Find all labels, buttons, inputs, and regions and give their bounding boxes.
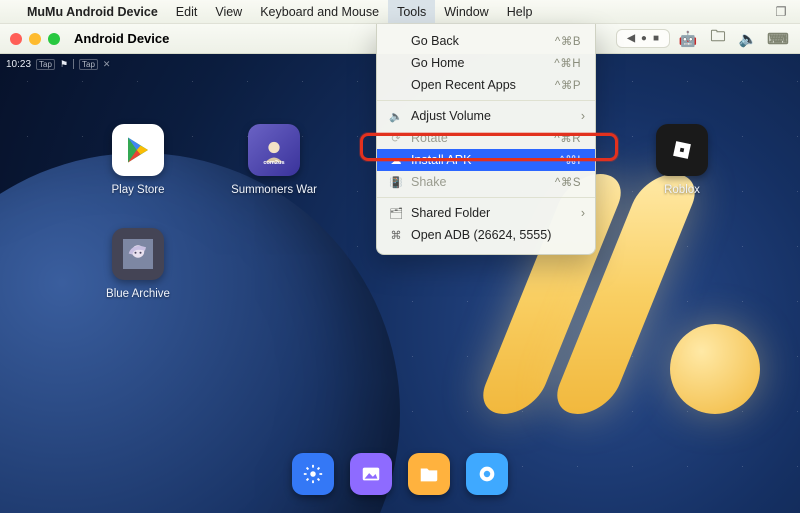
- close-window-button[interactable]: [10, 33, 22, 45]
- rotate-icon: ⟳: [389, 132, 403, 145]
- keyboard-icon[interactable]: ⌨: [766, 30, 790, 48]
- stage-manager-icon[interactable]: ❐: [770, 4, 792, 19]
- dock-gallery[interactable]: [350, 453, 392, 495]
- summoners-war-icon: com2us: [248, 124, 300, 176]
- svg-text:com2us: com2us: [263, 160, 284, 165]
- roblox-icon: [656, 124, 708, 176]
- menubar-item-window[interactable]: Window: [435, 0, 497, 23]
- shake-icon: 📳: [389, 176, 403, 189]
- playback-controls[interactable]: ◀ ● ■: [616, 29, 670, 48]
- android-dock: [292, 453, 508, 495]
- status-chip-2: Tap: [79, 59, 98, 70]
- menu-item-open-recent-apps[interactable]: Open Recent Apps ^⌘P: [377, 74, 595, 96]
- app-label: Summoners War: [231, 184, 317, 196]
- menubar-item-edit[interactable]: Edit: [167, 0, 207, 23]
- folder-icon[interactable]: 🗀: [706, 26, 730, 51]
- menu-item-open-adb[interactable]: ⌘ Open ADB (26624, 5555): [377, 224, 595, 246]
- menu-separator: [377, 197, 595, 198]
- dock-settings[interactable]: [292, 453, 334, 495]
- menubar-app-name[interactable]: MuMu Android Device: [18, 0, 167, 23]
- dock-files[interactable]: [408, 453, 450, 495]
- rewind-icon[interactable]: ◀: [627, 33, 635, 44]
- menubar-item-help[interactable]: Help: [498, 0, 542, 23]
- volume-icon: 🔈: [389, 110, 403, 123]
- volume-icon[interactable]: 🔈: [736, 30, 760, 48]
- mac-menubar: MuMu Android Device Edit View Keyboard a…: [0, 0, 800, 24]
- android-icon[interactable]: 🤖: [676, 30, 700, 48]
- app-blue-archive[interactable]: Blue Archive: [70, 228, 206, 300]
- folder-icon: 🗂: [389, 207, 403, 220]
- maximize-window-button[interactable]: [48, 33, 60, 45]
- menu-item-shake[interactable]: 📳 Shake ^⌘S: [377, 171, 595, 193]
- app-roblox[interactable]: Roblox: [614, 124, 750, 196]
- install-icon: ☁: [389, 154, 403, 167]
- status-chip-1: Tap: [36, 59, 55, 70]
- terminal-icon: ⌘: [389, 229, 403, 242]
- window-title: Android Device: [74, 31, 169, 46]
- app-label: Play Store: [111, 184, 164, 196]
- flag-icon: ⚑: [60, 59, 68, 70]
- play-store-icon: [112, 124, 164, 176]
- record-icon[interactable]: ●: [641, 33, 647, 44]
- dock-browser[interactable]: [466, 453, 508, 495]
- menu-item-adjust-volume[interactable]: 🔈 Adjust Volume: [377, 105, 595, 127]
- traffic-lights: [10, 33, 60, 45]
- stop-icon[interactable]: ■: [653, 33, 659, 44]
- menu-separator: [377, 100, 595, 101]
- blue-archive-icon: [112, 228, 164, 280]
- minimize-window-button[interactable]: [29, 33, 41, 45]
- app-summoners-war[interactable]: com2us Summoners War: [206, 124, 342, 196]
- menu-item-go-home[interactable]: Go Home ^⌘H: [377, 52, 595, 74]
- wifi-off-icon: ✕: [103, 59, 111, 70]
- menubar-right-cluster: ❐: [770, 4, 792, 19]
- status-time: 10:23: [6, 59, 31, 70]
- app-play-store[interactable]: Play Store: [70, 124, 206, 196]
- app-label: Blue Archive: [106, 288, 170, 300]
- menu-item-install-apk[interactable]: ☁ Install APK ^⌘I: [377, 149, 595, 171]
- menu-item-shared-folder[interactable]: 🗂 Shared Folder: [377, 202, 595, 224]
- menubar-item-keyboard-mouse[interactable]: Keyboard and Mouse: [251, 0, 388, 23]
- menubar-item-view[interactable]: View: [206, 0, 251, 23]
- menubar-item-tools[interactable]: Tools: [388, 0, 435, 23]
- menu-item-go-back[interactable]: Go Back ^⌘B: [377, 30, 595, 52]
- tools-dropdown-menu: Go Back ^⌘B Go Home ^⌘H Open Recent Apps…: [376, 24, 596, 255]
- menu-item-rotate[interactable]: ⟳ Rotate ^⌘R: [377, 127, 595, 149]
- app-label: Roblox: [664, 184, 700, 196]
